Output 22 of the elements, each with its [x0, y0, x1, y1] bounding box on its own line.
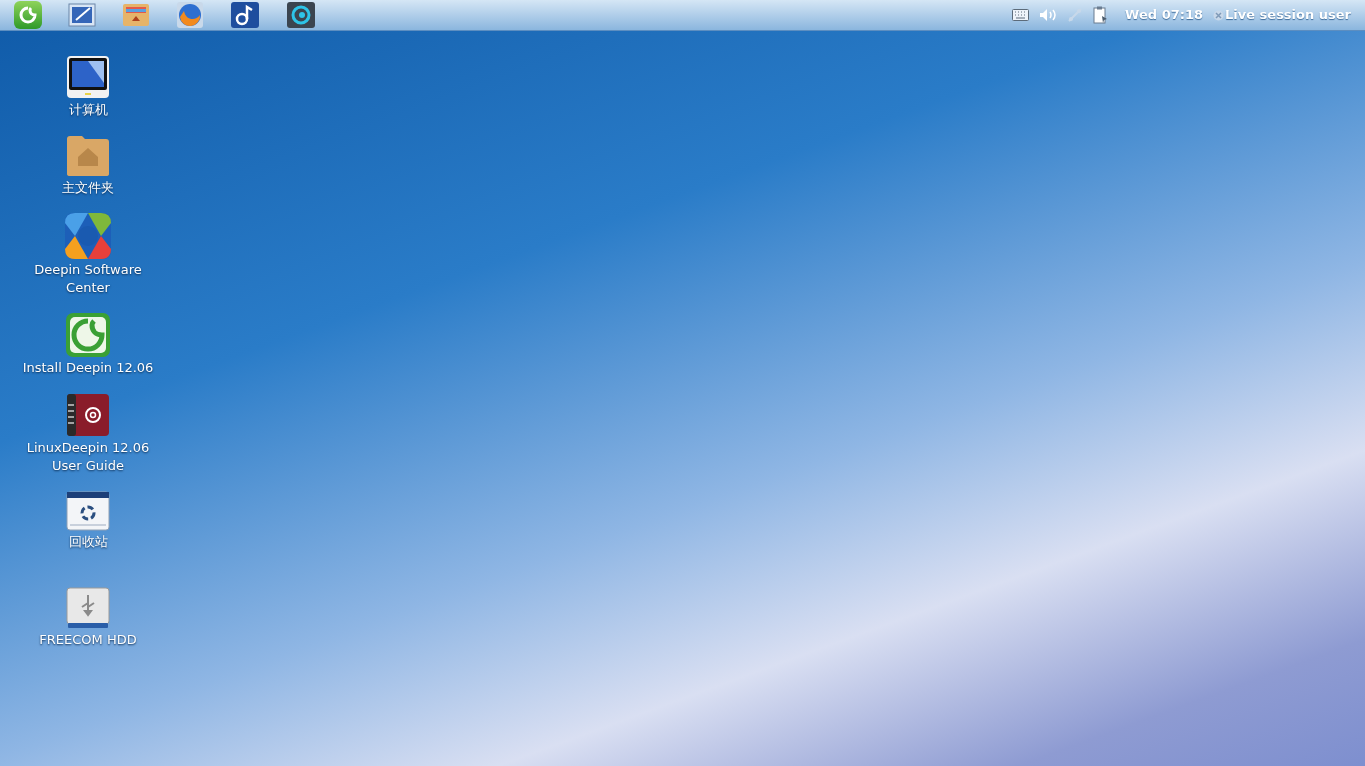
- folder-icon: [66, 135, 110, 177]
- music-player-icon[interactable]: [230, 1, 260, 29]
- keyboard-icon[interactable]: [1012, 9, 1030, 21]
- swirl-icon: [66, 313, 110, 357]
- media-player-icon[interactable]: [286, 1, 316, 29]
- desktop-icon-label[interactable]: LinuxDeepin 12.06 User Guide: [13, 439, 163, 475]
- launcher-button[interactable]: [14, 1, 42, 29]
- trash-icon: [66, 491, 110, 531]
- file-manager-icon[interactable]: [122, 2, 150, 28]
- desktop-icon-label[interactable]: Install Deepin 12.06: [13, 359, 163, 377]
- screenshot-tool-icon[interactable]: [68, 2, 96, 28]
- desktop-icon-label[interactable]: 计算机: [13, 101, 163, 119]
- computer-icon: [66, 55, 110, 99]
- desktop-icon-label[interactable]: 回收站: [13, 533, 163, 551]
- address-book-icon: [66, 393, 110, 437]
- desktop-icon-label[interactable]: Deepin Software Center: [13, 261, 163, 297]
- desktop-icon-label[interactable]: FREECOM HDD: [13, 631, 163, 649]
- desktop-icon-label[interactable]: 主文件夹: [13, 179, 163, 197]
- usb-drive-icon: [66, 587, 110, 629]
- swirl-icon: [19, 6, 37, 24]
- browser-icon[interactable]: [176, 1, 204, 29]
- software-center-icon: [65, 213, 111, 259]
